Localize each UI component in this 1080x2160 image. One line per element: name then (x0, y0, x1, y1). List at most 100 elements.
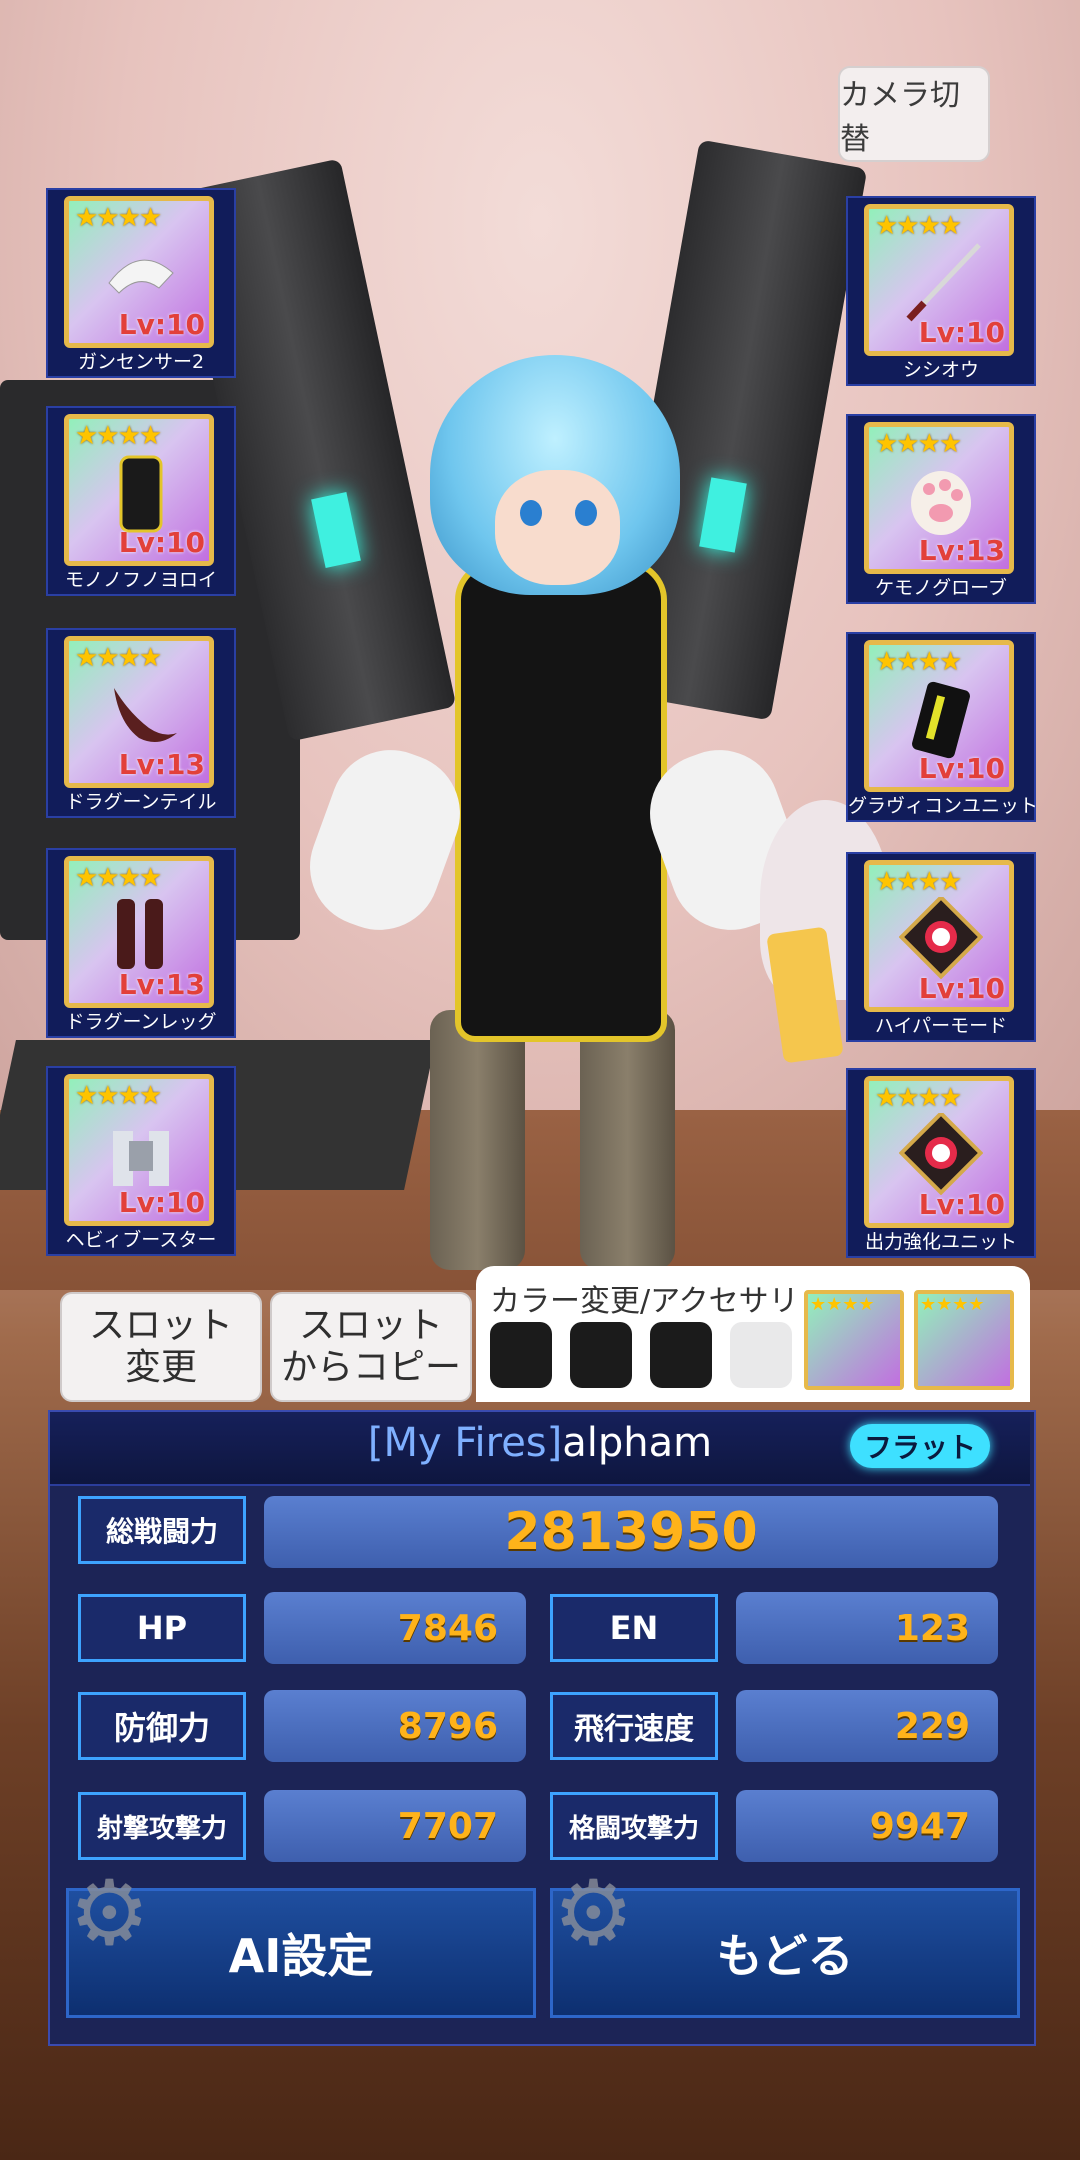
rarity-stars: ★★★★ (920, 1294, 985, 1315)
hp-value: 7846 (264, 1592, 526, 1664)
equip-slot-left-3[interactable]: ★★★★ Lv:13 ドラグーンテイル (46, 628, 236, 818)
item-name: ドラグーンレッグ (65, 1011, 217, 1033)
character-body (455, 560, 667, 1042)
flight-speed-value: 229 (736, 1690, 998, 1762)
hyper-mode-chip-icon (899, 897, 983, 979)
dragon-leg-icon (117, 899, 163, 969)
rarity-stars: ★★★★ (75, 643, 162, 673)
rarity-stars: ★★★★ (75, 1081, 162, 1111)
item-frame: ★★★★ Lv:10 (64, 1074, 214, 1226)
accessory-slot-2[interactable]: ★★★★ (914, 1290, 1014, 1390)
sensor-helmet-icon (108, 259, 174, 294)
melee-attack-label: 格闘攻撃力 (550, 1792, 718, 1860)
slot-change-label: スロット 変更 (89, 1305, 233, 1389)
item-frame: ★★★★ Lv:13 (864, 422, 1014, 574)
item-level: Lv:10 (918, 752, 1005, 785)
defense-value: 8796 (264, 1690, 526, 1762)
team-tag: [My Fires] (367, 1420, 563, 1466)
item-level: Lv:10 (918, 972, 1005, 1005)
character-face (495, 470, 620, 585)
item-name: シシオウ (902, 359, 979, 381)
rarity-stars: ★★★★ (875, 429, 962, 459)
item-frame: ★★★★ Lv:10 (64, 414, 214, 566)
equip-slot-right-2[interactable]: ★★★★ Lv:13 ケモノグローブ (846, 414, 1036, 604)
rarity-stars: ★★★★ (875, 867, 962, 897)
equip-slot-left-5[interactable]: ★★★★ Lv:10 ヘビィブースター (46, 1066, 236, 1256)
character-left-leg (430, 1010, 525, 1270)
mode-badge[interactable]: フラット (850, 1424, 990, 1468)
gear-icon: ⚙ (553, 1861, 634, 1966)
slot-change-line2: 変更 (124, 1347, 197, 1388)
item-frame: ★★★★ Lv:10 (864, 860, 1014, 1012)
color-swatch-4[interactable] (730, 1322, 792, 1388)
dragon-tail-icon (114, 688, 177, 742)
item-name: ハイパーモード (874, 1015, 1008, 1037)
total-power-value: 2813950 (264, 1496, 998, 1568)
rarity-stars: ★★★★ (75, 421, 162, 451)
sword-icon (906, 243, 981, 322)
color-swatch-3[interactable] (650, 1322, 712, 1388)
accessory-slot-1[interactable]: ★★★★ (804, 1290, 904, 1390)
item-level: Lv:10 (118, 308, 205, 341)
item-level: Lv:13 (118, 748, 205, 781)
item-level: Lv:13 (918, 534, 1005, 567)
equip-slot-right-4[interactable]: ★★★★ Lv:10 ハイパーモード (846, 852, 1036, 1042)
en-label: EN (550, 1594, 718, 1662)
slot-change-line1: スロット (88, 1305, 233, 1346)
item-level: Lv:10 (118, 1186, 205, 1219)
item-name: ドラグーンテイル (65, 791, 217, 813)
slot-copy-line2: からコピー (280, 1347, 461, 1388)
rarity-stars: ★★★★ (810, 1294, 875, 1315)
item-frame: ★★★★ Lv:13 (64, 856, 214, 1008)
gear-icon: ⚙ (69, 1861, 150, 1966)
item-frame: ★★★★ Lv:10 (864, 640, 1014, 792)
shot-attack-label: 射撃攻撃力 (78, 1792, 246, 1860)
ai-settings-button[interactable]: ⚙ AI設定 (66, 1861, 536, 2018)
output-boost-chip-icon (899, 1113, 983, 1195)
shot-attack-value: 7707 (264, 1790, 526, 1862)
equip-slot-right-5[interactable]: ★★★★ Lv:10 出力強化ユニット (846, 1068, 1036, 1258)
equip-slot-left-2[interactable]: ★★★★ Lv:10 モノノフノヨロイ (46, 406, 236, 596)
rarity-stars: ★★★★ (875, 647, 962, 677)
item-name: モノノフノヨロイ (64, 569, 217, 591)
slot-copy-line1: スロット (298, 1305, 443, 1346)
slot-copy-button[interactable]: スロット からコピー (270, 1292, 472, 1402)
booster-icon (113, 1131, 169, 1186)
rarity-stars: ★★★★ (75, 203, 162, 233)
back-label: もどる (716, 1929, 854, 1983)
equip-slot-left-1[interactable]: ★★★★ Lv:10 ガンセンサー2 (46, 188, 236, 378)
rarity-stars: ★★★★ (75, 863, 162, 893)
paw-glove-icon (911, 471, 971, 535)
equip-slot-right-3[interactable]: ★★★★ Lv:10 グラヴィコンユニット (846, 632, 1038, 822)
slot-copy-label: スロット からコピー (281, 1305, 461, 1389)
rarity-stars: ★★★★ (875, 1083, 962, 1113)
character-right-eye (575, 500, 597, 526)
color-accessory-title: カラー変更/アクセサリ (490, 1284, 799, 1319)
item-name: ヘビィブースター (65, 1229, 217, 1251)
item-name: ケモノグローブ (875, 577, 1007, 599)
slot-change-button[interactable]: スロット 変更 (60, 1292, 262, 1402)
item-frame: ★★★★ Lv:10 (64, 196, 214, 348)
armor-icon (119, 455, 163, 533)
melee-attack-value: 9947 (736, 1790, 998, 1862)
character-left-eye (520, 500, 542, 526)
hp-label: HP (78, 1594, 246, 1662)
item-frame: ★★★★ Lv:13 (64, 636, 214, 788)
equip-slot-left-4[interactable]: ★★★★ Lv:13 ドラグーンレッグ (46, 848, 236, 1038)
flight-speed-label: 飛行速度 (550, 1692, 718, 1760)
camera-switch-button[interactable]: カメラ切替 (838, 66, 990, 162)
color-swatch-2[interactable] (570, 1322, 632, 1388)
item-name: ガンセンサー2 (77, 351, 205, 373)
item-level: Lv:10 (918, 1188, 1005, 1221)
en-value: 123 (736, 1592, 998, 1664)
equip-slot-right-1[interactable]: ★★★★ Lv:10 シシオウ (846, 196, 1036, 386)
color-swatch-1[interactable] (490, 1322, 552, 1388)
defense-label: 防御力 (78, 1692, 246, 1760)
gravity-unit-icon (912, 681, 970, 759)
item-name: 出力強化ユニット (864, 1231, 1017, 1253)
character-right-leg (580, 1010, 675, 1270)
total-power-label: 総戦闘力 (78, 1496, 246, 1564)
item-level: Lv:13 (118, 968, 205, 1001)
item-frame: ★★★★ Lv:10 (864, 204, 1014, 356)
back-button[interactable]: ⚙ もどる (550, 1861, 1020, 2018)
